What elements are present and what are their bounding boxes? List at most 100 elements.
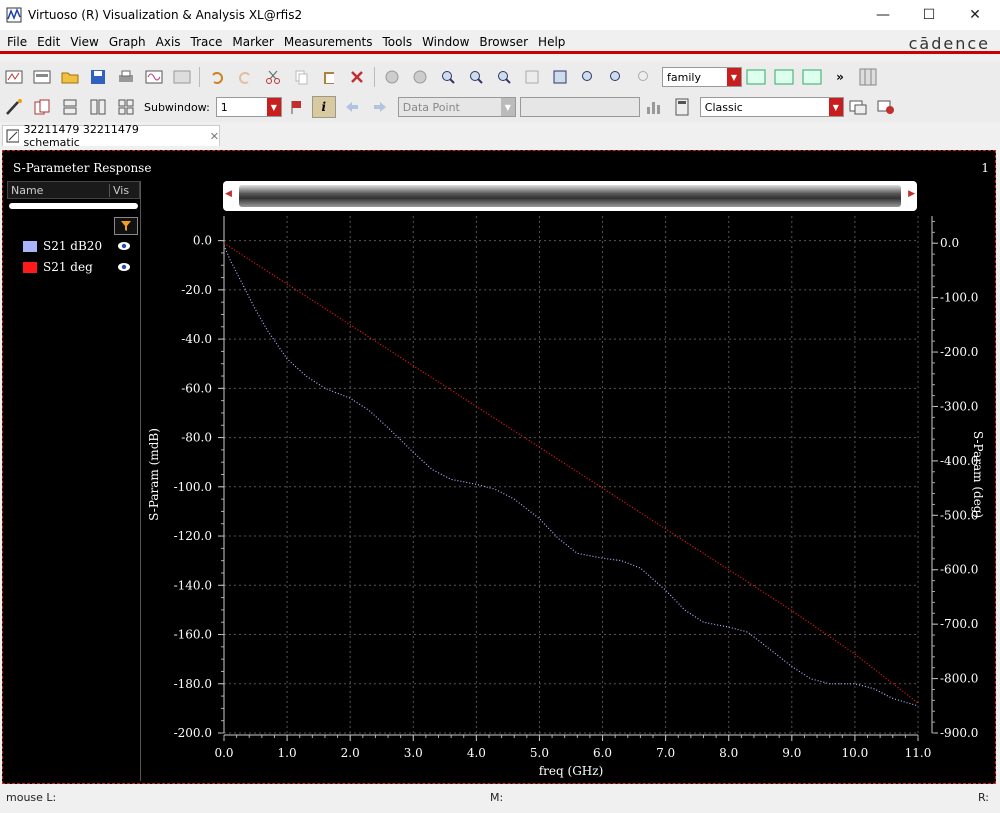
zoom-region-button[interactable] — [576, 66, 600, 88]
side-by-side-button[interactable] — [86, 96, 110, 118]
legend-item[interactable]: S21 dB20 — [11, 237, 102, 255]
scrollbar-thumb[interactable] — [239, 185, 901, 207]
tile-button[interactable] — [114, 96, 138, 118]
zoom-x-icon — [525, 70, 539, 84]
print-button[interactable] — [114, 66, 138, 88]
new-subwindow-button[interactable] — [30, 66, 54, 88]
menu-axis[interactable]: Axis — [151, 35, 186, 49]
chart[interactable]: 0.0 1.0 2.0 3.0 4.0 5.0 6.0 7.0 8.0 9.0 10.0 11.00.… — [2, 150, 996, 784]
data-point-combo[interactable]: Data Point ▼ — [397, 97, 516, 117]
zoom-button[interactable] — [436, 66, 460, 88]
legend-vis-header[interactable]: Vis — [110, 184, 129, 197]
menu-tools[interactable]: Tools — [378, 35, 418, 49]
menu-file[interactable]: File — [2, 35, 32, 49]
zoom-x-button[interactable] — [520, 66, 544, 88]
legend-item[interactable]: S21 deg — [11, 258, 93, 276]
cards-icon — [34, 99, 50, 115]
x-tick-label: 5.0 — [530, 746, 549, 760]
delete-button[interactable] — [345, 66, 369, 88]
subwindow-icon — [33, 70, 51, 84]
y-right-tick-label: -200.0 — [940, 345, 978, 359]
minimize-button[interactable]: — — [860, 0, 906, 30]
fit-button[interactable] — [548, 66, 572, 88]
stack-button[interactable] — [58, 96, 82, 118]
zoom-out-button[interactable] — [492, 66, 516, 88]
wand-icon — [6, 99, 22, 115]
plot-subwindow[interactable]: S-Parameter Response 1 Name Vis S21 dB20… — [2, 150, 996, 784]
export-button[interactable] — [170, 66, 194, 88]
scroll-left-arrow-icon[interactable]: ◀ — [225, 189, 232, 199]
x-tick-label: 10.0 — [842, 746, 869, 760]
scroll-right-arrow-icon[interactable]: ▶ — [908, 189, 915, 199]
y-left-tick-label: -100.0 — [174, 480, 212, 494]
cards-button[interactable] — [30, 96, 54, 118]
style-combo[interactable]: Classic ▼ — [699, 97, 844, 117]
legend-name-header[interactable]: Name — [8, 183, 110, 197]
subwindow-combo[interactable]: 1 ▼ — [215, 97, 282, 117]
tab-schematic[interactable]: 32211479 32211479 schematic ✕ — [2, 123, 220, 149]
folder-icon — [61, 72, 79, 84]
redo-button[interactable] — [233, 66, 257, 88]
layout-button-2[interactable] — [772, 66, 796, 88]
zoom-in-button[interactable] — [464, 66, 488, 88]
pan-left-button[interactable] — [380, 66, 404, 88]
x-range-scrollbar[interactable]: ◀ ▶ — [223, 181, 917, 211]
tab-close-icon[interactable]: ✕ — [210, 130, 219, 143]
filter-button[interactable] — [114, 217, 138, 235]
select-tool-button[interactable] — [2, 96, 26, 118]
previous-point-button[interactable] — [340, 96, 364, 118]
cut-button[interactable] — [261, 66, 285, 88]
secondary-toolbar: Subwindow: 1 ▼ i Data Point ▼ Classic ▼ — [0, 92, 1000, 122]
info-icon: i — [321, 100, 327, 114]
open-button[interactable] — [58, 66, 82, 88]
close-window-button[interactable]: ✕ — [952, 0, 998, 30]
menu-bar: File Edit View Graph Axis Trace Marker M… — [0, 32, 1000, 54]
waveform-button[interactable] — [142, 66, 166, 88]
subwindow-number: 1 — [981, 161, 989, 175]
histogram-button[interactable] — [642, 96, 666, 118]
tab-label: 32211479 32211479 schematic — [23, 123, 139, 149]
menu-graph[interactable]: Graph — [104, 35, 151, 49]
pan-right-icon — [413, 70, 427, 84]
y-left-tick-label: -140.0 — [174, 578, 212, 592]
flag-button[interactable] — [284, 96, 308, 118]
mouse-mid-status: M: — [490, 791, 504, 804]
eye-icon[interactable] — [117, 241, 131, 251]
window-close-button[interactable] — [874, 96, 898, 118]
layout-button-3[interactable] — [800, 66, 824, 88]
menu-measurements[interactable]: Measurements — [279, 35, 378, 49]
data-point-value-field[interactable] — [519, 97, 640, 117]
eye-icon[interactable] — [117, 262, 131, 272]
menu-view[interactable]: View — [65, 35, 103, 49]
pan-right-button[interactable] — [408, 66, 432, 88]
y-left-tick-label: -20.0 — [181, 283, 212, 297]
layout-button-1[interactable] — [744, 66, 768, 88]
y-right-tick-label: -700.0 — [940, 617, 978, 631]
info-button[interactable]: i — [311, 96, 336, 118]
legend-search-input[interactable] — [9, 203, 138, 209]
zoom-reset-button[interactable] — [632, 66, 656, 88]
copy-button[interactable] — [289, 66, 313, 88]
family-combo-value: family — [667, 70, 701, 84]
new-window-button[interactable] — [2, 66, 26, 88]
calculator-button[interactable] — [670, 96, 694, 118]
family-combo[interactable]: family ▼ — [662, 67, 742, 87]
menu-window[interactable]: Window — [417, 35, 474, 49]
close-icon: ✕ — [969, 7, 981, 23]
next-point-button[interactable] — [368, 96, 392, 118]
menu-browser[interactable]: Browser — [474, 35, 533, 49]
menu-marker[interactable]: Marker — [227, 35, 278, 49]
menu-trace[interactable]: Trace — [186, 35, 228, 49]
more-tools-button[interactable]: » — [828, 66, 852, 88]
maximize-button[interactable]: ☐ — [906, 0, 952, 30]
undo-button[interactable] — [205, 66, 229, 88]
window-options-button[interactable] — [846, 96, 870, 118]
menu-help[interactable]: Help — [533, 35, 570, 49]
zoom-out-icon — [498, 71, 511, 84]
grid-view-button[interactable] — [856, 66, 880, 88]
zoom-fit-button[interactable] — [604, 66, 628, 88]
save-button[interactable] — [86, 66, 110, 88]
paste-button[interactable] — [317, 66, 341, 88]
y-right-tick-label: -500.0 — [940, 508, 978, 522]
menu-edit[interactable]: Edit — [32, 35, 65, 49]
